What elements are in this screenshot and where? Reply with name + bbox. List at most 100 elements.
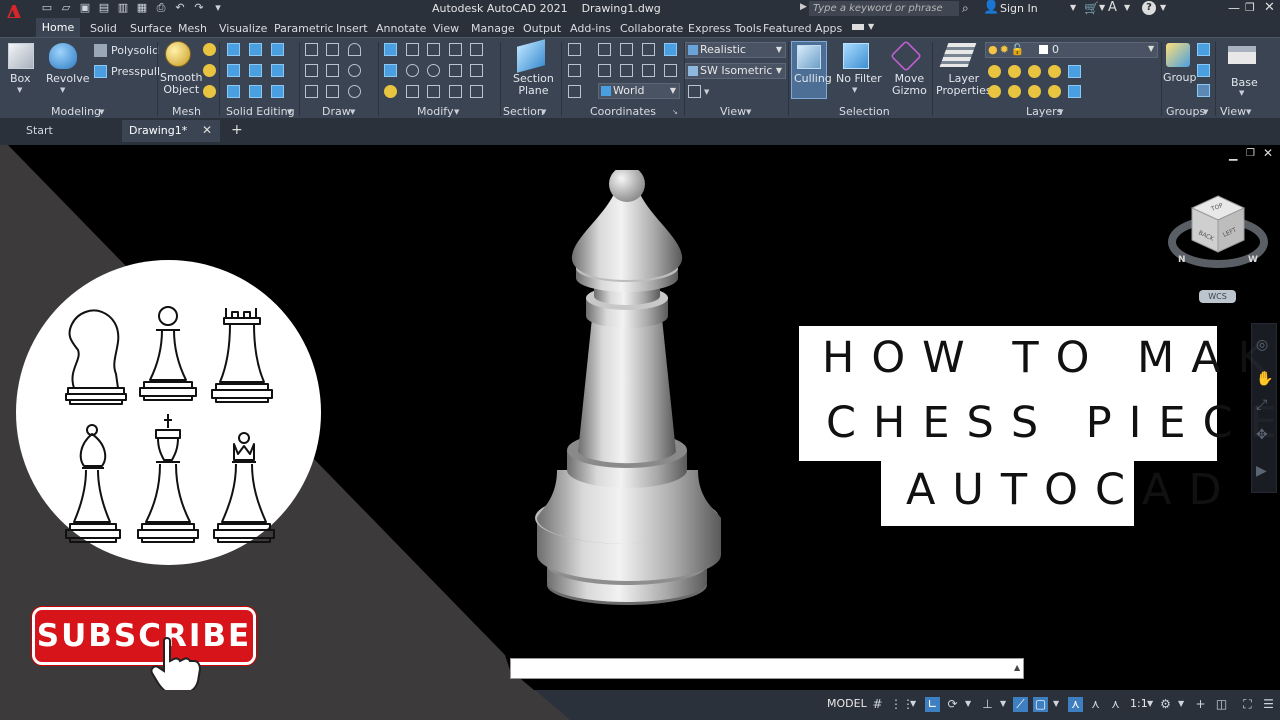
subtract-icon[interactable]: [249, 43, 262, 56]
section-plane-label[interactable]: Section Plane: [513, 73, 554, 97]
wcs-menu-button[interactable]: WCS: [1199, 290, 1236, 303]
panel-title-modeling[interactable]: Modeling: [51, 105, 101, 118]
visual-style-dropdown[interactable]: Realistic ▼: [685, 42, 786, 58]
grid-icon[interactable]: #: [870, 697, 885, 712]
mesh-tool-icon[interactable]: [203, 43, 216, 56]
ribbon-minimize-icon[interactable]: [852, 24, 864, 30]
ucs-y-icon[interactable]: [642, 43, 655, 56]
ucs-view-icon[interactable]: [642, 64, 655, 77]
chevron-down-icon[interactable]: ▼: [454, 108, 459, 116]
panel-title-mesh[interactable]: Mesh: [172, 105, 201, 118]
section-plane-icon[interactable]: [517, 39, 545, 73]
tab-start[interactable]: Start: [0, 120, 120, 142]
erase-icon[interactable]: [384, 85, 397, 98]
steering-wheel-icon[interactable]: ◎: [1256, 337, 1268, 353]
new-icon[interactable]: ▭: [40, 1, 54, 15]
ucs-icon[interactable]: [568, 43, 581, 56]
tab-home[interactable]: Home: [36, 18, 80, 37]
make-current-icon[interactable]: [1068, 65, 1081, 78]
layer-unisolate-icon[interactable]: [1008, 85, 1021, 98]
panel-title-groups[interactable]: Groups: [1166, 105, 1205, 118]
undo-icon[interactable]: ↶: [173, 1, 187, 15]
smooth-object-label[interactable]: Smooth Object: [160, 72, 202, 96]
panel-title-draw[interactable]: Draw: [322, 105, 351, 118]
chevron-down-icon[interactable]: ▼: [1070, 3, 1076, 12]
panel-title-solid-editing[interactable]: Solid Editing: [226, 105, 295, 118]
thicken-icon[interactable]: [249, 85, 262, 98]
line-icon[interactable]: [305, 43, 318, 56]
viewport-close-icon[interactable]: ✕: [1263, 146, 1273, 160]
ucs-dropdown[interactable]: World ▼: [598, 83, 680, 99]
panel-launcher-icon[interactable]: ↘: [672, 108, 678, 116]
web-save-icon[interactable]: ▦: [135, 1, 149, 15]
clean-screen-icon[interactable]: ⛶: [1240, 697, 1255, 712]
ucs-icon-properties-icon[interactable]: [664, 43, 677, 56]
base-label[interactable]: Base: [1231, 77, 1258, 89]
intersect-icon[interactable]: [271, 43, 284, 56]
explode-icon[interactable]: [470, 85, 483, 98]
tab-parametric[interactable]: Parametric: [274, 22, 334, 35]
array-icon[interactable]: [384, 64, 397, 77]
sign-in-button[interactable]: Sign In: [1000, 2, 1038, 15]
ucs-3point-icon[interactable]: [620, 64, 633, 77]
save-icon[interactable]: ▣: [78, 1, 92, 15]
ortho-icon[interactable]: ⊥: [980, 697, 995, 712]
tab-solid[interactable]: Solid: [90, 22, 117, 35]
tab-output[interactable]: Output: [523, 22, 561, 35]
chevron-down-icon[interactable]: ▼: [1053, 699, 1059, 708]
subscribe-button[interactable]: SUBSCRIBE: [32, 607, 256, 665]
chevron-down-icon[interactable]: ▼: [1239, 89, 1244, 97]
viewport-config-icon[interactable]: [688, 85, 701, 98]
close-tab-icon[interactable]: ✕: [202, 123, 212, 137]
presspull-button[interactable]: Presspull: [111, 65, 160, 78]
no-filter-icon[interactable]: [843, 43, 869, 69]
chevron-down-icon[interactable]: ▼: [1147, 699, 1153, 708]
workspace-gear-icon[interactable]: ⚙: [1158, 697, 1173, 712]
ucs-z-icon[interactable]: [598, 64, 611, 77]
customization-menu-icon[interactable]: ☰: [1261, 697, 1276, 712]
chevron-down-icon[interactable]: ▼: [1178, 699, 1184, 708]
match-layer-icon[interactable]: [1068, 85, 1081, 98]
chevron-down-icon[interactable]: ▼: [746, 108, 751, 116]
add-icon[interactable]: +: [1193, 697, 1208, 712]
isometric-drafting-icon[interactable]: ⟋: [1013, 697, 1028, 712]
search-input[interactable]: Type a keyword or phrase: [809, 1, 959, 16]
customize-icon[interactable]: ▾: [211, 1, 225, 15]
tab-visualize[interactable]: Visualize: [219, 22, 267, 35]
ellipse-icon[interactable]: [348, 85, 361, 98]
tab-surface[interactable]: Surface: [130, 22, 172, 35]
chevron-down-icon[interactable]: ▼: [541, 108, 546, 116]
orbit-icon[interactable]: ✥: [1256, 427, 1268, 443]
showmotion-icon[interactable]: ▶: [1256, 463, 1267, 479]
ungroup-icon[interactable]: [1197, 43, 1210, 56]
interfere-icon[interactable]: [271, 85, 284, 98]
annotation-scale-value[interactable]: 1:1: [1130, 697, 1148, 710]
chevron-down-icon[interactable]: ▼: [350, 108, 355, 116]
box-icon[interactable]: [8, 43, 34, 69]
chevron-down-icon[interactable]: ▼: [99, 108, 104, 116]
layer-on-icon[interactable]: [988, 85, 1001, 98]
layer-thaw-icon[interactable]: [1028, 85, 1041, 98]
chevron-down-icon[interactable]: ▼: [852, 86, 857, 94]
ucs-x-icon[interactable]: [620, 43, 633, 56]
panel-title-view-2[interactable]: View: [1220, 105, 1246, 118]
drawing-viewport[interactable]: ▁ ❐ ✕ SUBSCRIBE HOW TO MA CHESS PIECE AU…: [0, 145, 1280, 690]
chevron-down-icon[interactable]: ▼: [1058, 108, 1063, 116]
tab-annotate[interactable]: Annotate: [376, 22, 426, 35]
3d-array-icon[interactable]: [406, 64, 419, 77]
view-direction-dropdown[interactable]: SW Isometric ▼: [685, 63, 786, 79]
tab-featured-apps[interactable]: Featured Apps: [763, 22, 842, 35]
no-filter-label[interactable]: No Filter: [836, 73, 882, 85]
3d-rotate-icon[interactable]: [406, 43, 419, 56]
culling-label[interactable]: Culling: [794, 73, 832, 85]
redo-icon[interactable]: ↷: [192, 1, 206, 15]
tab-insert[interactable]: Insert: [336, 22, 368, 35]
circle-icon[interactable]: [348, 64, 361, 77]
stretch-icon[interactable]: [449, 64, 462, 77]
zoom-extents-icon[interactable]: ⤢: [1256, 397, 1267, 413]
panel-title-layers[interactable]: Layers: [1026, 105, 1062, 118]
arc-icon[interactable]: [348, 43, 361, 56]
fillet-icon[interactable]: [470, 64, 483, 77]
group-selection-icon[interactable]: [1197, 84, 1210, 97]
layer-off-icon[interactable]: [988, 65, 1001, 78]
